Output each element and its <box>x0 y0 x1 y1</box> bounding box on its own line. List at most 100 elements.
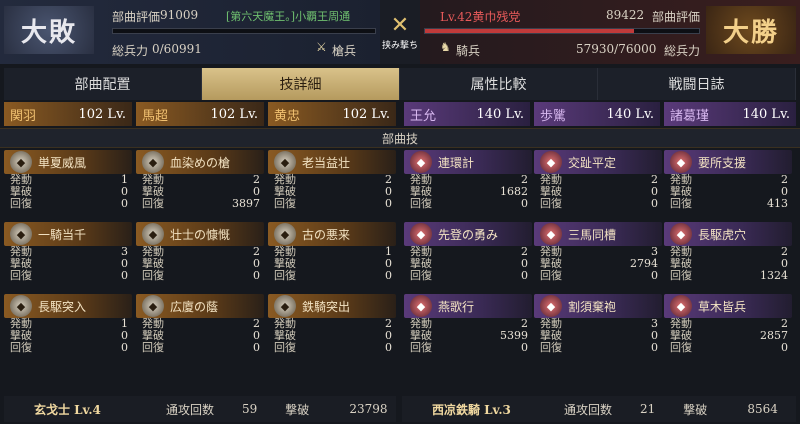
skill-stat-row: 回復 0 <box>268 342 396 354</box>
right-troop-bar <box>424 28 700 34</box>
skill-card[interactable]: ◆ 広廈の蔭 発動 2 撃破 0 回復 0 <box>136 294 264 354</box>
skill-name: 連環計 <box>438 155 475 170</box>
skill-card[interactable]: ◆ 交趾平定 発動 2 撃破 0 回復 0 <box>534 150 662 210</box>
left-footer: 玄戈士 Lv.4 通攻回数 59 撃破 23798 <box>4 396 396 422</box>
battle-header: 大敗 部曲評価 91009 [第六天魔王。]小覇王周通 総兵力 0/60991 … <box>0 0 800 64</box>
skill-header: ◆ 長駆突入 <box>4 294 132 318</box>
tab-attribute-compare[interactable]: 属性比較 <box>400 68 598 100</box>
skill-card[interactable]: ◆ 老当益壮 発動 2 撃破 0 回復 0 <box>268 150 396 210</box>
stat-label: 回復 <box>410 269 432 282</box>
skill-card[interactable]: ◆ 草木皆兵 発動 2 撃破 2857 回復 0 <box>664 294 792 354</box>
stat-label: 回復 <box>142 197 164 210</box>
stat-value: 0 <box>121 341 128 354</box>
skill-header: ◆ 要所支援 <box>664 150 792 174</box>
tab-battle-log[interactable]: 戦闘日誌 <box>598 68 796 100</box>
stat-value: 0 <box>253 341 260 354</box>
skill-card[interactable]: ◆ 三馬同槽 発動 3 撃破 2794 回復 0 <box>534 222 662 282</box>
skill-stat-row: 回復 0 <box>4 342 132 354</box>
left-troops-value: 0/60991 <box>152 42 202 56</box>
skill-card[interactable]: ◆ 燕歌行 発動 2 撃破 5399 回復 0 <box>404 294 532 354</box>
skill-card[interactable]: ◆ 一騎当千 発動 3 撃破 0 回復 0 <box>4 222 132 282</box>
skill-card[interactable]: ◆ 古の悪来 発動 1 撃破 0 回復 0 <box>268 222 396 282</box>
skill-stat-row: 回復 3897 <box>136 198 264 210</box>
skill-card[interactable]: ◆ 長駆突入 発動 1 撃破 0 回復 0 <box>4 294 132 354</box>
stat-label: 回復 <box>274 197 296 210</box>
general-level: 102 Lv. <box>342 106 390 122</box>
skill-name: 交趾平定 <box>568 155 617 170</box>
skill-stat-row: 回復 0 <box>534 342 662 354</box>
skill-stat-row: 回復 0 <box>404 270 532 282</box>
skill-icon: ◆ <box>142 223 164 245</box>
skill-name: 壮士の慷慨 <box>170 227 231 242</box>
skill-card[interactable]: ◆ 先登の勇み 発動 2 撃破 0 回復 0 <box>404 222 532 282</box>
skill-header: ◆ 長駆虎穴 <box>664 222 792 246</box>
stat-value: 0 <box>385 269 392 282</box>
stat-value: 0 <box>521 197 528 210</box>
stat-value: 413 <box>767 197 788 210</box>
stat-value: 0 <box>121 197 128 210</box>
tab-bar: 部曲配置 技詳細 属性比較 戦闘日誌 <box>4 68 796 100</box>
skill-icon: ◆ <box>540 295 562 317</box>
skill-icon: ◆ <box>10 295 32 317</box>
stat-value: 0 <box>651 197 658 210</box>
skill-name: 三馬同槽 <box>568 227 617 242</box>
section-title: 部曲技 <box>381 131 418 146</box>
right-attack-label: 通攻回数 <box>564 402 613 417</box>
stat-label: 回復 <box>670 197 692 210</box>
skill-card[interactable]: ◆ 長駆虎穴 発動 2 撃破 0 回復 1324 <box>664 222 792 282</box>
tab-formation[interactable]: 部曲配置 <box>4 68 202 100</box>
skill-icon: ◆ <box>410 151 432 173</box>
stat-value: 0 <box>385 341 392 354</box>
skill-stat-row: 回復 0 <box>4 198 132 210</box>
skill-icon: ◆ <box>410 295 432 317</box>
skill-card[interactable]: ◆ 要所支援 発動 2 撃破 0 回復 413 <box>664 150 792 210</box>
pincer-attack-emblem: ✕ 挟み撃ち <box>380 0 420 64</box>
general-slot[interactable]: 歩騭 140 Lv. <box>534 102 660 126</box>
general-slot[interactable]: 馬超 102 Lv. <box>136 102 264 126</box>
skill-name: 鉄騎突出 <box>302 299 351 314</box>
skill-card[interactable]: ◆ 壮士の慷慨 発動 2 撃破 0 回復 0 <box>136 222 264 282</box>
skill-name: 一騎当千 <box>38 227 87 242</box>
skill-name: 長駆突入 <box>38 299 87 314</box>
left-attack-count: 59 <box>242 402 258 416</box>
skill-icon: ◆ <box>274 295 296 317</box>
stat-label: 回復 <box>10 197 32 210</box>
stat-label: 回復 <box>670 269 692 282</box>
stat-value: 0 <box>781 341 788 354</box>
section-header: 部曲技 <box>0 128 800 148</box>
stat-label: 回復 <box>540 197 562 210</box>
right-troop-bar-fill <box>425 29 634 33</box>
skill-icon: ◆ <box>540 151 562 173</box>
skill-name: 割須棄袍 <box>568 299 617 314</box>
skill-card[interactable]: ◆ 単夏威風 発動 1 撃破 0 回復 0 <box>4 150 132 210</box>
skill-card[interactable]: ◆ 鉄騎突出 発動 2 撃破 0 回復 0 <box>268 294 396 354</box>
stat-value: 0 <box>385 197 392 210</box>
stat-label: 回復 <box>410 341 432 354</box>
general-slot[interactable]: 王允 140 Lv. <box>404 102 530 126</box>
general-level: 140 Lv. <box>606 106 654 122</box>
skill-header: ◆ 交趾平定 <box>534 150 662 174</box>
general-slot[interactable]: 諸葛瑾 140 Lv. <box>664 102 796 126</box>
tab-skill-details[interactable]: 技詳細 <box>202 68 400 100</box>
skill-stat-row: 回復 0 <box>534 270 662 282</box>
general-level: 140 Lv. <box>742 106 790 122</box>
general-name: 黄忠 <box>274 108 301 124</box>
stat-label: 回復 <box>410 197 432 210</box>
general-slot[interactable]: 関羽 102 Lv. <box>4 102 132 126</box>
skill-stat-row: 回復 0 <box>136 270 264 282</box>
skill-header: ◆ 血染めの槍 <box>136 150 264 174</box>
stat-label: 回復 <box>540 269 562 282</box>
left-rating-label: 部曲評価 <box>112 10 161 24</box>
stat-value: 0 <box>521 341 528 354</box>
right-troops-value: 57930/76000 <box>576 42 657 56</box>
general-level: 102 Lv. <box>210 106 258 122</box>
skill-card[interactable]: ◆ 連環計 発動 2 撃破 1682 回復 0 <box>404 150 532 210</box>
skill-card[interactable]: ◆ 割須棄袍 発動 3 撃破 0 回復 0 <box>534 294 662 354</box>
skill-stat-row: 回復 0 <box>268 198 396 210</box>
right-troops-label: 総兵力 <box>664 44 701 58</box>
skill-card[interactable]: ◆ 血染めの槍 発動 2 撃破 0 回復 3897 <box>136 150 264 210</box>
general-slot[interactable]: 黄忠 102 Lv. <box>268 102 396 126</box>
skill-icon: ◆ <box>10 223 32 245</box>
skill-stat-row: 回復 0 <box>268 270 396 282</box>
left-troops-label: 総兵力 <box>112 44 149 58</box>
